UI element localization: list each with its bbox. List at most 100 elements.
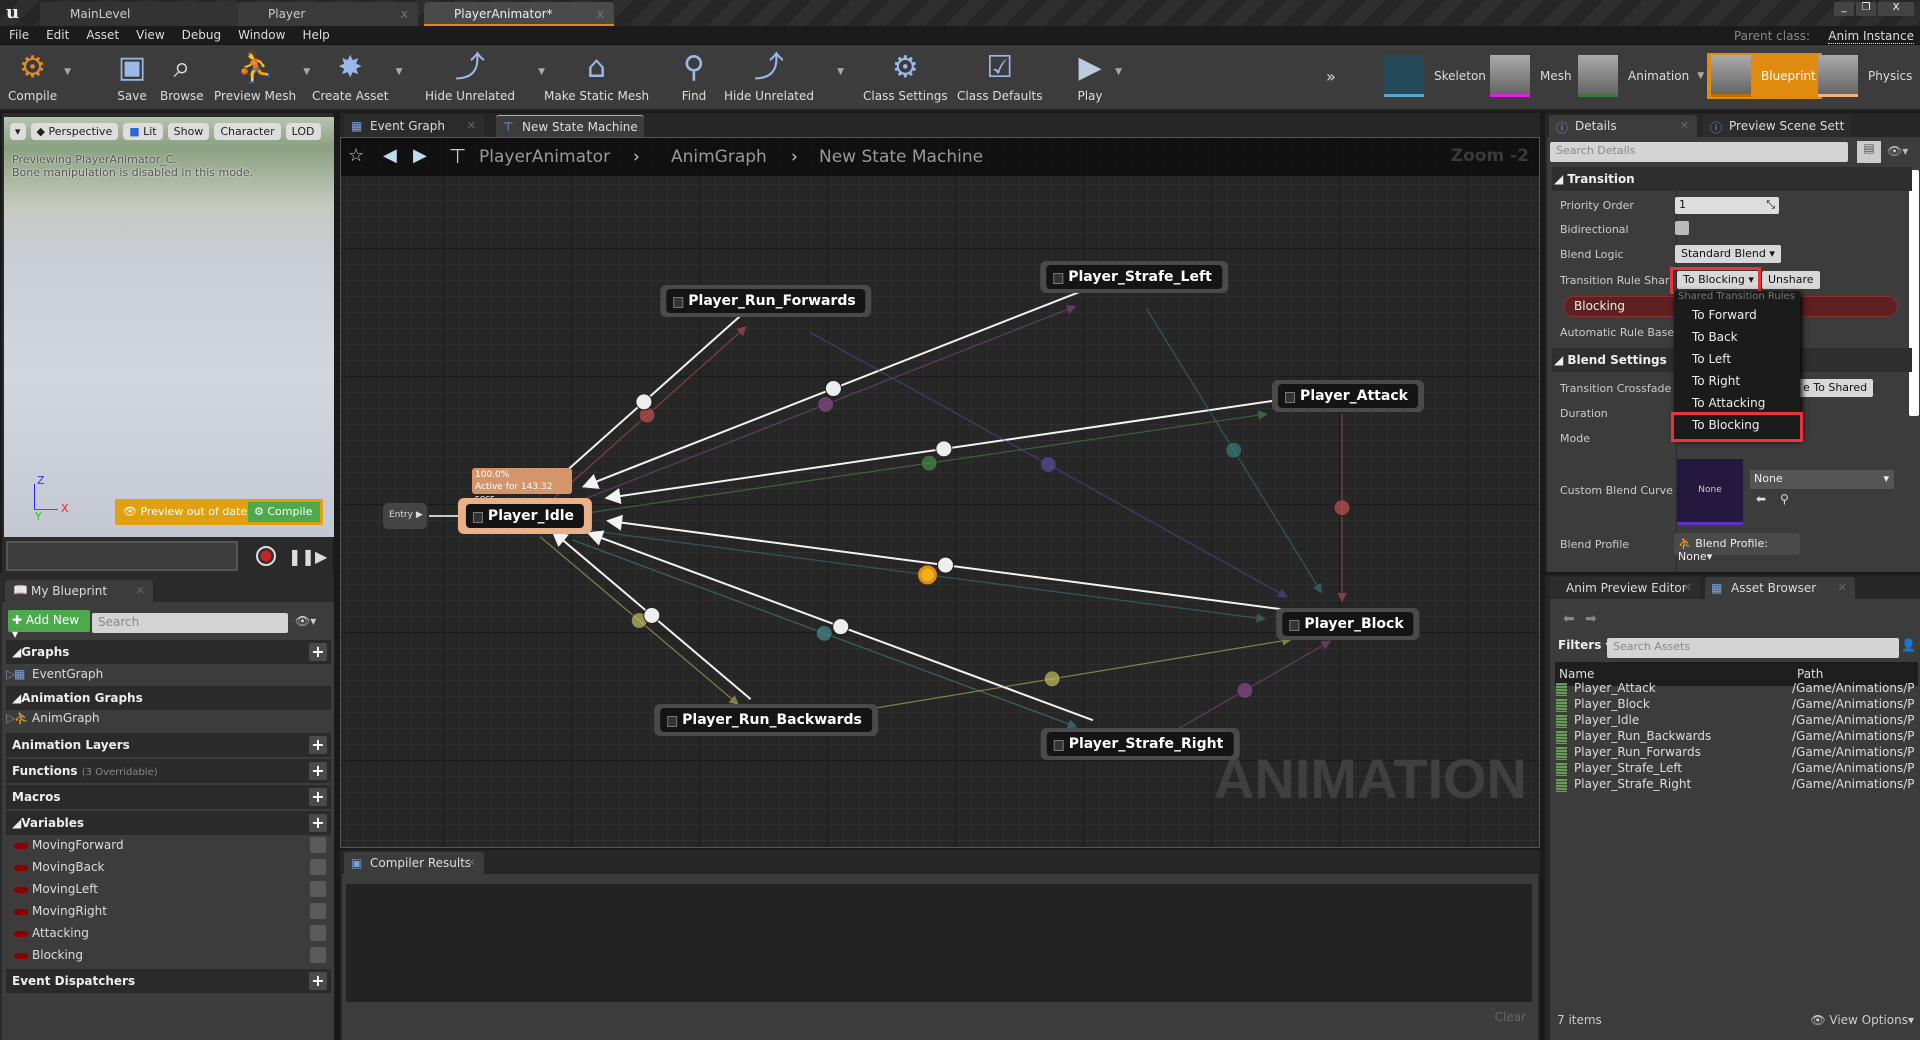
dropdown-item-to-right[interactable]: To Right — [1674, 371, 1800, 393]
transition-rule-icon[interactable] — [643, 606, 661, 624]
variable-item[interactable]: MovingForward — [12, 835, 332, 857]
menu-file[interactable]: File — [0, 26, 37, 42]
hide-unrelated-button-2[interactable]: ⤴ Hide Unrelated ▼ — [724, 49, 844, 103]
state-node-player-block[interactable]: Player_Block — [1276, 608, 1420, 640]
find-button[interactable]: ⚲ Find — [676, 49, 712, 103]
transition-rule-icon[interactable] — [935, 440, 953, 458]
entry-node[interactable]: Entry ▶ — [383, 503, 427, 529]
transition-rule-icon[interactable] — [1225, 441, 1243, 459]
make-static-mesh-button[interactable]: ⌂ Make Static Mesh — [544, 49, 649, 103]
viewport-compile-button[interactable]: ⚙ Compile — [248, 502, 320, 522]
browse-magnifier-icon[interactable]: ⚲ — [1780, 492, 1789, 506]
variable-item[interactable]: MovingBack — [12, 857, 332, 879]
asset-row[interactable]: Player_Run_Forwards/Game/Animations/P — [1556, 745, 1916, 761]
transition-rule-icon[interactable] — [920, 454, 938, 472]
forward-arrow-icon[interactable]: ➡ — [1585, 611, 1597, 627]
breadcrumb-playeranimator[interactable]: PlayerAnimator — [479, 147, 610, 167]
tab-playeranimator[interactable]: PlayerAnimator* x — [424, 2, 614, 26]
overflow-chevron-icon[interactable]: » — [1326, 67, 1336, 86]
mode-skeleton[interactable]: Skeleton — [1384, 53, 1486, 99]
variable-item[interactable]: MovingRight — [12, 901, 332, 923]
tab-my-blueprint[interactable]: 📖 My Blueprint ✕ — [5, 580, 153, 602]
close-icon[interactable]: ✕ — [136, 584, 145, 597]
blend-logic-dropdown[interactable]: Standard Blend ▾ — [1675, 245, 1781, 263]
tab-new-state-machine[interactable]: ⊤ New State Machine — [496, 115, 644, 137]
transition-rule-icon[interactable] — [937, 556, 955, 574]
variable-item[interactable]: Attacking — [12, 923, 332, 945]
tab-compiler-results[interactable]: ▣ Compiler Results ✕ — [344, 852, 484, 874]
close-icon[interactable]: ✕ — [1683, 581, 1692, 594]
pause-button[interactable]: ❚❚ — [288, 547, 315, 566]
visibility-toggle[interactable] — [310, 903, 326, 919]
state-node-player-strafe-right[interactable]: Player_Strafe_Right — [1040, 728, 1240, 760]
asset-row[interactable]: Player_Strafe_Left/Game/Animations/P — [1556, 761, 1916, 777]
tab-preview-scene-settings[interactable]: ⓘ Preview Scene Sett — [1703, 115, 1851, 137]
promote-to-shared-button[interactable]: e To Shared — [1795, 379, 1874, 397]
close-icon[interactable]: ✕ — [1838, 581, 1847, 594]
details-scrollbar[interactable] — [1909, 170, 1919, 416]
transition-rule-icon[interactable] — [815, 624, 833, 642]
close-icon[interactable]: ✕ — [1680, 119, 1689, 132]
add-function-button[interactable]: + — [309, 762, 327, 780]
column-header-name[interactable]: Name — [1559, 667, 1594, 681]
asset-row[interactable]: Player_Attack/Game/Animations/P — [1556, 681, 1916, 697]
tab-details[interactable]: ⓘ Details ✕ — [1549, 115, 1697, 137]
viewport-options-button[interactable]: ▾ — [10, 123, 26, 140]
asset-search[interactable]: Search Assets — [1607, 638, 1899, 658]
step-forward-button[interactable]: ▶ — [315, 547, 327, 566]
restore-button[interactable]: ❐ — [1856, 2, 1876, 16]
filters-button[interactable]: Filters ▾ — [1558, 638, 1612, 652]
menu-window[interactable]: Window — [229, 26, 293, 42]
forward-arrow-icon[interactable]: ▶ — [413, 145, 427, 166]
item-eventgraph[interactable]: ▷ ▦ EventGraph — [4, 664, 324, 686]
asset-row[interactable]: Player_Run_Backwards/Game/Animations/P — [1556, 729, 1916, 745]
mode-blueprint[interactable]: Blueprint — [1707, 53, 1822, 99]
perspective-button[interactable]: ◆ Perspective — [30, 123, 119, 140]
section-event-dispatchers[interactable]: Event Dispatchers + — [6, 969, 331, 993]
state-node-player-idle[interactable]: Player_Idle — [457, 498, 593, 534]
add-variable-button[interactable]: + — [309, 814, 327, 832]
dropdown-item-to-back[interactable]: To Back — [1674, 327, 1800, 349]
bidirectional-checkbox[interactable] — [1675, 221, 1689, 235]
variable-item[interactable]: Blocking — [12, 945, 332, 967]
selected-transition-rule-icon[interactable] — [917, 565, 937, 585]
menu-debug[interactable]: Debug — [173, 26, 229, 42]
mode-physics[interactable]: Physics — [1818, 53, 1912, 99]
column-header-path[interactable]: Path — [1797, 667, 1823, 681]
close-icon[interactable]: ✕ — [467, 856, 476, 869]
save-button[interactable]: ▣ Save — [114, 49, 150, 103]
record-button[interactable] — [256, 546, 276, 566]
asset-row[interactable]: Player_Block/Game/Animations/P — [1556, 697, 1916, 713]
section-macros[interactable]: Macros + — [6, 785, 331, 809]
preview-mesh-button[interactable]: ⛹ Preview Mesh ▼ — [214, 49, 310, 103]
close-icon[interactable]: x — [401, 7, 408, 21]
tab-player[interactable]: Player x — [238, 2, 418, 26]
back-arrow-icon[interactable]: ◀ — [383, 145, 397, 166]
section-transition[interactable]: ◢ Transition — [1552, 167, 1912, 191]
state-node-player-strafe-left[interactable]: Player_Strafe_Left — [1040, 261, 1228, 293]
menu-asset[interactable]: Asset — [77, 26, 127, 42]
dropdown-item-to-forward[interactable]: To Forward — [1674, 305, 1800, 327]
asset-row[interactable]: Player_Strafe_Right/Game/Animations/P — [1556, 777, 1916, 793]
menu-edit[interactable]: Edit — [37, 26, 77, 42]
priority-order-field[interactable]: 1 ⤡ — [1675, 197, 1779, 214]
state-node-player-run-forwards[interactable]: Player_Run_Forwards — [660, 285, 872, 317]
visibility-toggle[interactable] — [310, 881, 326, 897]
section-variables[interactable]: ◢Variables + — [6, 811, 331, 835]
viewport-scene[interactable] — [4, 117, 334, 537]
add-graph-button[interactable]: + — [309, 643, 327, 661]
state-node-player-attack[interactable]: Player_Attack — [1272, 380, 1424, 412]
transition-rule-icon[interactable] — [635, 393, 653, 411]
timeline-scrubber[interactable] — [6, 541, 238, 571]
clear-button[interactable]: Clear — [1495, 1010, 1526, 1024]
visibility-eye-icon[interactable]: 👁▾ — [295, 614, 316, 628]
close-icon[interactable]: ✕ — [467, 119, 476, 132]
add-macro-button[interactable]: + — [309, 788, 327, 806]
item-animgraph[interactable]: ▷ ⛹ AnimGraph — [4, 708, 324, 730]
use-selected-arrow-icon[interactable]: ⬅ — [1756, 492, 1766, 506]
visibility-toggle[interactable] — [310, 859, 326, 875]
breadcrumb-animgraph[interactable]: AnimGraph — [671, 147, 767, 167]
add-new-button[interactable]: ✚ Add New ▾ — [8, 610, 90, 641]
mode-mesh[interactable]: Mesh — [1490, 53, 1572, 99]
minimize-button[interactable]: _ — [1834, 2, 1854, 16]
